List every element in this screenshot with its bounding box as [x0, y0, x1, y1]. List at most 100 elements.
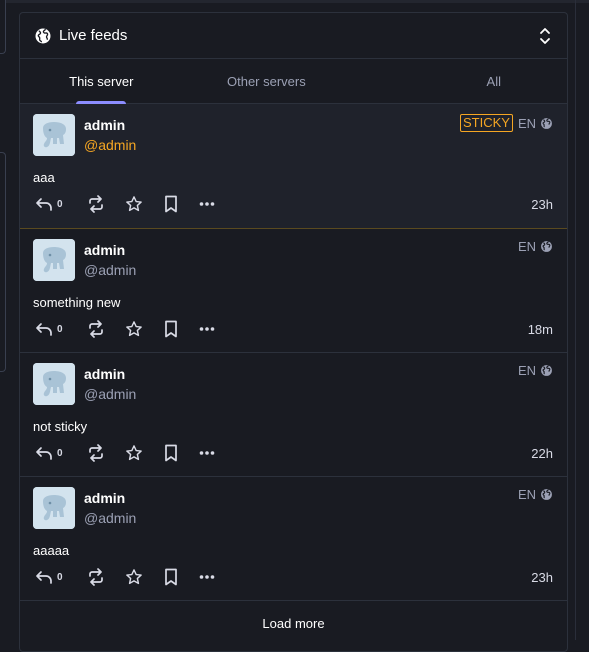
- status-actions: 0 22h: [35, 443, 553, 463]
- status-content: something new: [33, 295, 121, 310]
- load-more-button[interactable]: Load more: [20, 601, 567, 645]
- status-author[interactable]: admin @admin: [84, 365, 136, 403]
- more-options-button[interactable]: [199, 574, 215, 580]
- reply-button[interactable]: 0: [35, 569, 67, 585]
- status-timestamp[interactable]: 18m: [528, 322, 553, 337]
- star-icon: [126, 445, 142, 461]
- chevron-up-down-icon[interactable]: [537, 26, 553, 46]
- language-label: EN: [517, 115, 536, 131]
- favourite-button[interactable]: [125, 320, 143, 338]
- tab-other-servers[interactable]: Other servers: [183, 59, 351, 103]
- reply-count: 0: [57, 571, 63, 583]
- account-handle: @admin: [84, 510, 137, 526]
- display-name: admin: [84, 242, 126, 258]
- account-handle: @admin: [84, 386, 137, 402]
- status-timestamp[interactable]: 23h: [531, 197, 553, 212]
- status-timestamp[interactable]: 22h: [531, 446, 553, 461]
- language-label: EN: [517, 363, 536, 378]
- boost-button[interactable]: [87, 568, 105, 586]
- boost-icon: [89, 568, 103, 586]
- tab-label: Other servers: [226, 73, 306, 89]
- status-item[interactable]: admin @admin EN not sticky 0 22h: [20, 353, 567, 477]
- reply-button[interactable]: 0: [35, 321, 67, 337]
- ellipsis-icon: [199, 327, 215, 331]
- status-meta: EN: [518, 363, 553, 378]
- reply-icon: [36, 571, 52, 584]
- more-options-button[interactable]: [199, 450, 215, 456]
- favourite-button[interactable]: [125, 444, 143, 462]
- left-column-card: [0, 152, 6, 372]
- status-author[interactable]: admin @admin: [84, 489, 136, 527]
- live-feeds-column: Live feeds This server Other servers All…: [19, 12, 568, 652]
- avatar[interactable]: [33, 239, 75, 281]
- ellipsis-icon: [199, 575, 215, 579]
- bookmark-button[interactable]: [163, 195, 179, 213]
- status-actions: 0 23h: [35, 194, 553, 214]
- top-edge: [0, 0, 589, 3]
- reply-icon: [36, 323, 52, 336]
- boost-button[interactable]: [87, 195, 105, 213]
- language-label: EN: [517, 487, 536, 502]
- status-meta: EN: [518, 487, 553, 502]
- left-column-card: [0, 0, 6, 54]
- column-header[interactable]: Live feeds: [20, 13, 567, 59]
- bookmark-icon: [165, 568, 177, 586]
- status-content: aaaaa: [33, 543, 70, 558]
- reply-button[interactable]: 0: [35, 445, 67, 461]
- public-visibility-icon: [540, 488, 553, 501]
- public-visibility-icon: [540, 117, 553, 130]
- globe-icon: [34, 27, 52, 45]
- avatar[interactable]: [33, 114, 75, 156]
- status-author[interactable]: admin @admin: [84, 116, 136, 154]
- account-handle: @admin: [84, 262, 137, 278]
- ellipsis-icon: [199, 451, 215, 455]
- favourite-button[interactable]: [125, 568, 143, 586]
- right-column-edge: [569, 0, 589, 640]
- status-item[interactable]: admin @admin STICKY EN aaa 0 23h: [20, 104, 567, 229]
- reply-count: 0: [57, 198, 63, 210]
- avatar[interactable]: [33, 487, 75, 529]
- status-timestamp[interactable]: 23h: [531, 570, 553, 585]
- public-visibility-icon: [540, 240, 553, 253]
- star-icon: [126, 569, 142, 585]
- bookmark-button[interactable]: [163, 444, 179, 462]
- sticky-badge: STICKY: [459, 114, 513, 132]
- left-column-edge: [0, 0, 6, 640]
- more-options-button[interactable]: [199, 326, 215, 332]
- favourite-button[interactable]: [125, 195, 143, 213]
- tab-label: This server: [69, 73, 134, 89]
- bookmark-icon: [165, 320, 177, 338]
- status-item[interactable]: admin @admin EN aaaaa 0 23h: [20, 477, 567, 601]
- ellipsis-icon: [199, 202, 215, 206]
- boost-icon: [89, 195, 103, 213]
- status-content: aaa: [33, 170, 55, 185]
- bookmark-icon: [165, 444, 177, 462]
- feed-tabs: This server Other servers All: [20, 59, 567, 104]
- reply-count: 0: [57, 323, 63, 335]
- boost-button[interactable]: [87, 320, 105, 338]
- tab-all[interactable]: All: [350, 59, 567, 103]
- boost-icon: [89, 320, 103, 338]
- display-name: admin: [84, 366, 126, 382]
- status-meta: STICKY EN: [459, 114, 553, 132]
- star-icon: [126, 196, 142, 212]
- reply-count: 0: [57, 447, 63, 459]
- account-handle: @admin: [84, 137, 137, 153]
- status-content: not sticky: [33, 419, 88, 434]
- more-options-button[interactable]: [199, 201, 215, 207]
- boost-button[interactable]: [87, 444, 105, 462]
- status-item[interactable]: admin @admin EN something new 0 18m: [20, 229, 567, 353]
- bookmark-icon: [165, 195, 177, 213]
- tab-this-server[interactable]: This server: [20, 59, 183, 104]
- star-icon: [126, 321, 142, 337]
- avatar[interactable]: [33, 363, 75, 405]
- boost-icon: [89, 444, 103, 462]
- bookmark-button[interactable]: [163, 568, 179, 586]
- reply-button[interactable]: 0: [35, 196, 67, 212]
- status-actions: 0 18m: [35, 319, 553, 339]
- reply-icon: [36, 447, 52, 460]
- tab-label: All: [486, 73, 501, 89]
- status-author[interactable]: admin @admin: [84, 241, 136, 279]
- status-actions: 0 23h: [35, 567, 553, 587]
- bookmark-button[interactable]: [163, 320, 179, 338]
